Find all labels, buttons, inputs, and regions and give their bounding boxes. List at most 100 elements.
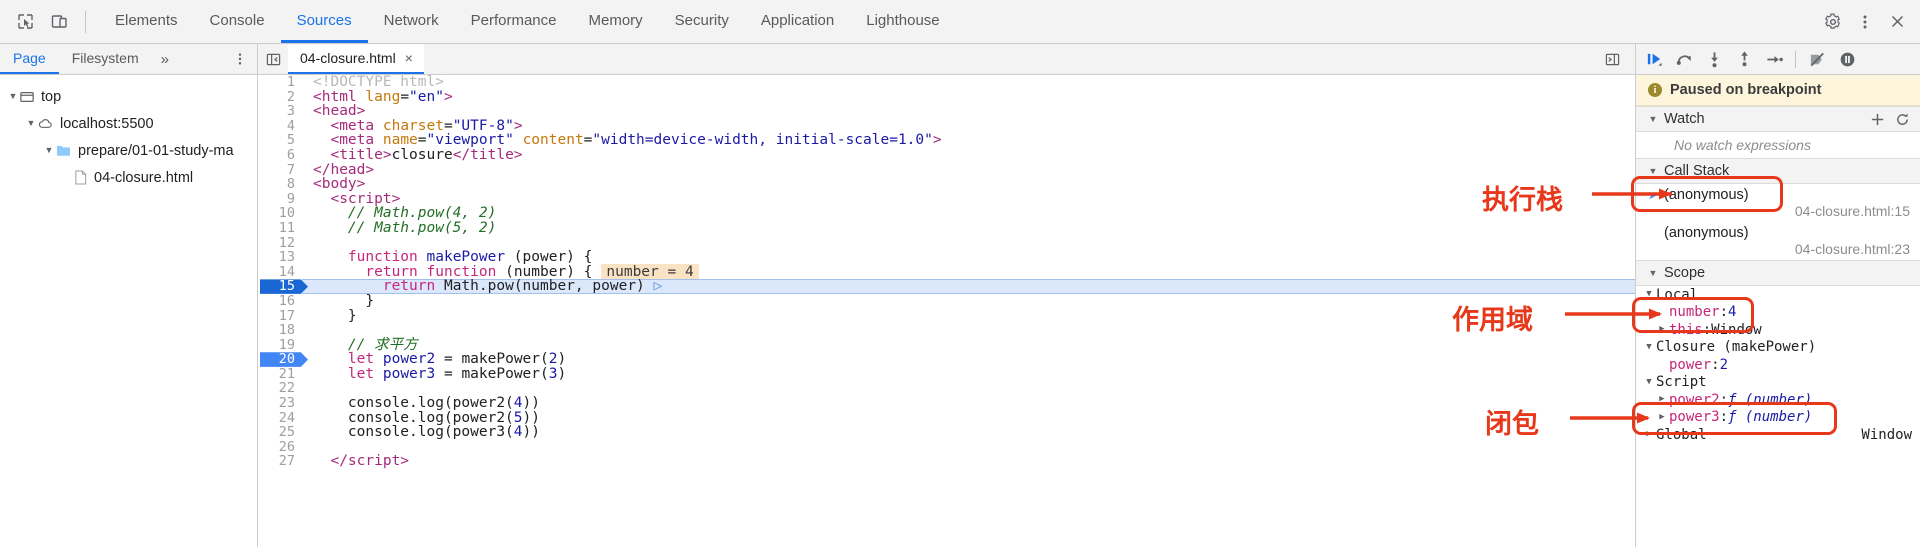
line-number[interactable]: 9 xyxy=(258,192,302,207)
line-number[interactable]: 13 xyxy=(258,250,302,265)
file-tree-item-top[interactable]: ▼ top xyxy=(0,83,257,110)
editor-tabbar: 04-closure.html × xyxy=(258,44,1635,75)
call-stack-frame-label: (anonymous) xyxy=(1664,187,1749,203)
line-number[interactable]: 10 xyxy=(258,206,302,221)
panel-tab-application[interactable]: Application xyxy=(745,0,850,43)
paused-status-banner: i Paused on breakpoint xyxy=(1636,75,1920,106)
file-tree-item-localhost-5500[interactable]: ▼ localhost:5500 xyxy=(0,110,257,137)
editor-tab-04-closure-html[interactable]: 04-closure.html × xyxy=(288,44,424,74)
inspect-element-icon[interactable] xyxy=(10,7,40,37)
code-line-content: let power2 = makePower(2) xyxy=(347,351,567,368)
line-number[interactable]: 17 xyxy=(258,308,302,324)
line-number[interactable]: 7 xyxy=(258,162,302,178)
navigator-more-options-icon[interactable] xyxy=(223,44,257,74)
file-tree-item-prepare-01-01-study-ma[interactable]: ▼ prepare/01-01-study-ma xyxy=(0,137,257,164)
line-number[interactable]: 16 xyxy=(258,294,302,309)
scope-entry-label: power xyxy=(1669,356,1712,373)
line-number[interactable]: 27 xyxy=(258,454,302,470)
scope-entry-power[interactable]: power: 2 xyxy=(1636,356,1920,374)
scope-entry-closure-makepower-[interactable]: ▼ Closure (makePower) xyxy=(1636,339,1920,357)
navigator-more-tabs-icon[interactable]: » xyxy=(152,44,178,74)
line-number[interactable]: 1 xyxy=(258,75,302,90)
panel-tab-elements[interactable]: Elements xyxy=(99,0,194,43)
chevron-down-icon[interactable]: ▼ xyxy=(1642,290,1656,299)
step-out-of-current-function-icon[interactable] xyxy=(1730,47,1758,71)
code-editor[interactable]: 1 <!DOCTYPE html> 2 <html lang="en"> 3 <head>… xyxy=(258,75,1635,547)
line-number[interactable]: 19 xyxy=(258,338,302,353)
panel-tab-sources[interactable]: Sources xyxy=(280,0,368,43)
watch-section-header[interactable]: ▼ Watch xyxy=(1636,106,1920,132)
device-toolbar-icon[interactable] xyxy=(44,7,74,37)
line-number[interactable]: 8 xyxy=(258,177,302,192)
line-number[interactable]: 23 xyxy=(258,396,302,411)
close-devtools-icon[interactable] xyxy=(1882,7,1912,37)
deactivate-breakpoints-icon[interactable] xyxy=(1803,47,1831,71)
code-line: 4 <meta charset="UTF-8"> xyxy=(258,118,1635,134)
line-number[interactable]: 21 xyxy=(258,367,302,382)
editor-tab-close-icon[interactable]: × xyxy=(405,50,413,66)
line-number[interactable]: 24 xyxy=(258,411,302,426)
line-number[interactable]: 22 xyxy=(258,381,302,397)
chevron-right-icon[interactable]: ▶ xyxy=(1642,430,1656,439)
line-number[interactable]: 2 xyxy=(258,89,302,105)
code-line: 13 function makePower (power) { xyxy=(258,250,1635,265)
line-number[interactable]: 14 xyxy=(258,265,302,280)
panel-tab-security[interactable]: Security xyxy=(659,0,745,43)
chevron-down-icon[interactable]: ▼ xyxy=(6,92,20,101)
panel-tab-performance[interactable]: Performance xyxy=(455,0,573,43)
chevron-down-icon[interactable]: ▼ xyxy=(1642,377,1656,387)
refresh-watch-icon[interactable] xyxy=(1895,112,1910,127)
step-into-next-function-call-icon[interactable] xyxy=(1700,47,1728,71)
scope-entry-script[interactable]: ▼ Script xyxy=(1636,374,1920,392)
navigator-tab-page[interactable]: Page xyxy=(0,44,59,74)
scope-entry-global[interactable]: ▶ Global Window xyxy=(1636,426,1920,444)
chevron-down-icon: ▼ xyxy=(1648,267,1658,278)
step-over-next-function-call-icon[interactable] xyxy=(1670,47,1698,71)
scope-section-header[interactable]: ▼ Scope xyxy=(1636,260,1920,286)
line-number[interactable]: 5 xyxy=(258,133,302,148)
panel-tab-console[interactable]: Console xyxy=(194,0,281,43)
pause-on-exceptions-icon[interactable] xyxy=(1833,47,1861,71)
call-stack-frame[interactable]: ➤ (anonymous) 04-closure.html:15 xyxy=(1636,184,1920,222)
breakpoint-marker-line-20[interactable]: 20 xyxy=(258,352,302,367)
more-options-kebab-icon[interactable] xyxy=(1850,7,1880,37)
toolbar-divider xyxy=(85,10,86,33)
panel-tab-lighthouse[interactable]: Lighthouse xyxy=(850,0,955,43)
scope-entry-local[interactable]: ▼ Local xyxy=(1636,286,1920,304)
scope-entry-power3[interactable]: ▶ power3: ƒ (number) xyxy=(1636,409,1920,427)
line-number[interactable]: 18 xyxy=(258,323,302,338)
panel-tab-network[interactable]: Network xyxy=(368,0,455,43)
line-number[interactable]: 3 xyxy=(258,104,302,119)
chevron-right-icon[interactable]: ▶ xyxy=(1655,395,1669,404)
scope-entry-separator: : xyxy=(1719,391,1729,408)
line-number[interactable]: 11 xyxy=(258,221,302,236)
scope-entry-number[interactable]: number: 4 xyxy=(1636,304,1920,322)
settings-gear-icon[interactable] xyxy=(1818,7,1848,37)
chevron-down-icon[interactable]: ▼ xyxy=(1642,342,1656,352)
chevron-right-icon[interactable]: ▶ xyxy=(1655,412,1669,422)
file-tree-item-04-closure-html[interactable]: 04-closure.html xyxy=(0,164,257,191)
scope-entry-power2[interactable]: ▶ power2: ƒ (number) xyxy=(1636,391,1920,409)
line-number[interactable]: 26 xyxy=(258,440,302,455)
call-stack-section-header[interactable]: ▼ Call Stack xyxy=(1636,158,1920,184)
navigator-tab-filesystem[interactable]: Filesystem xyxy=(59,44,152,74)
scope-entry-this[interactable]: ▶ this: Window xyxy=(1636,321,1920,339)
chevron-right-icon[interactable]: ▶ xyxy=(1655,325,1669,334)
line-number[interactable]: 6 xyxy=(258,148,302,163)
line-number[interactable]: 12 xyxy=(258,235,302,251)
panel-tab-memory[interactable]: Memory xyxy=(573,0,659,43)
resume-script-execution-icon[interactable] xyxy=(1640,47,1668,71)
show-navigator-toggle-icon[interactable] xyxy=(258,44,288,74)
chevron-down-icon[interactable]: ▼ xyxy=(24,119,38,128)
sources-navigator-pane: Page Filesystem » ▼ top ▼ localhost:5500 ▼ pr… xyxy=(0,44,258,547)
line-number[interactable]: 25 xyxy=(258,425,302,440)
chevron-down-icon[interactable]: ▼ xyxy=(42,146,56,155)
line-number[interactable]: 4 xyxy=(258,119,302,134)
step-icon[interactable] xyxy=(1760,47,1788,71)
call-stack-frame[interactable]: (anonymous) 04-closure.html:23 xyxy=(1636,222,1920,260)
breakpoint-marker-line-15[interactable]: 15 xyxy=(258,279,302,294)
show-debugger-toggle-icon[interactable] xyxy=(1597,52,1627,67)
code-line-content: <body> xyxy=(313,176,366,193)
add-watch-expression-icon[interactable] xyxy=(1870,112,1885,127)
scope-entry-value: ƒ (number) xyxy=(1728,391,1813,408)
